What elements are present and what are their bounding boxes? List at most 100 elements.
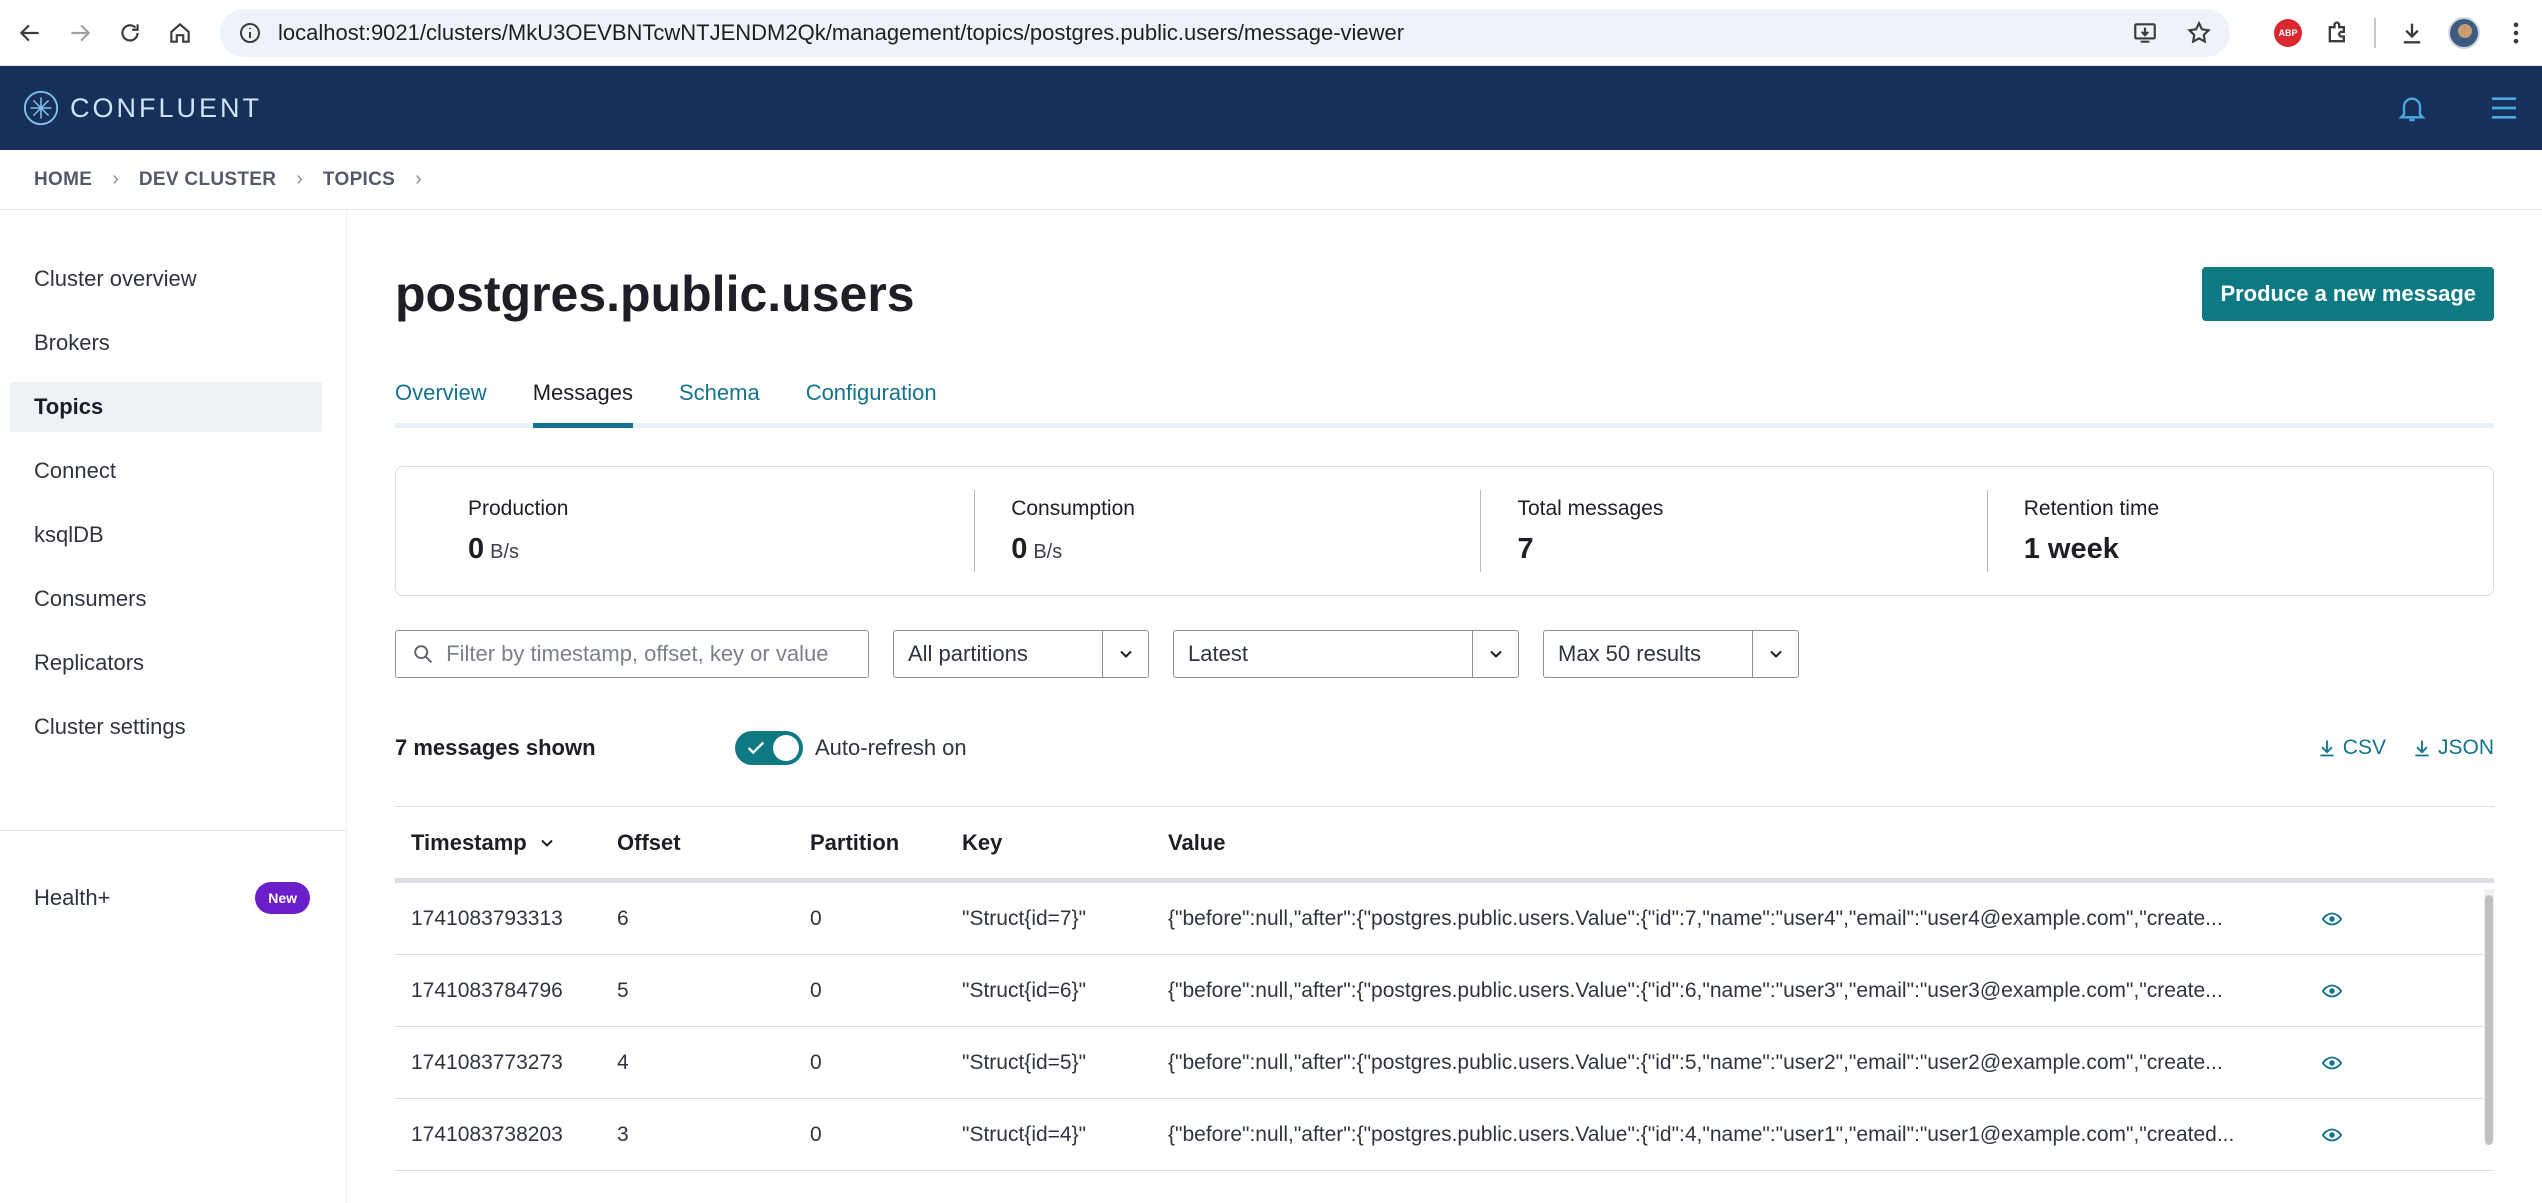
- stat-value: 0: [468, 532, 485, 565]
- cell-partition: 0: [810, 978, 822, 1002]
- column-header-value: Value: [1168, 829, 1226, 855]
- downloads-icon[interactable]: [2398, 19, 2426, 47]
- chevron-down-icon: [1489, 650, 1502, 658]
- partition-dropdown-button[interactable]: [1102, 631, 1148, 677]
- stat-production: Production 0 B/s: [468, 490, 974, 572]
- hamburger-menu-icon[interactable]: [2488, 92, 2520, 124]
- page-title: postgres.public.users: [395, 266, 915, 322]
- download-csv-button[interactable]: CSV: [2317, 736, 2386, 760]
- auto-refresh-label: Auto-refresh on: [815, 735, 967, 760]
- confluent-logo[interactable]: CONFLUENT: [22, 89, 262, 127]
- info-icon[interactable]: [238, 21, 262, 45]
- column-header-offset: Offset: [617, 829, 681, 855]
- message-filters: All partitions Latest Max 50 results: [395, 630, 2494, 678]
- adblock-extension-icon[interactable]: ABP: [2274, 19, 2302, 47]
- reload-button[interactable]: [108, 11, 152, 55]
- bell-icon[interactable]: [2396, 92, 2428, 124]
- sidebar-item-ksqldb[interactable]: ksqlDB: [10, 510, 322, 560]
- cell-key: "Struct{id=4}": [962, 1122, 1087, 1146]
- column-header-timestamp[interactable]: Timestamp: [395, 830, 601, 856]
- new-badge: New: [255, 882, 310, 914]
- auto-refresh-toggle[interactable]: [735, 731, 803, 765]
- sidebar: Cluster overview Brokers Topics Connect …: [0, 210, 346, 1203]
- search-box[interactable]: [395, 630, 869, 678]
- sidebar-item-brokers[interactable]: Brokers: [10, 318, 322, 368]
- home-icon: [170, 22, 190, 43]
- breadcrumb: HOME › DEV CLUSTER › TOPICS ›: [0, 150, 2542, 210]
- stat-label: Production: [468, 496, 569, 520]
- view-message-button[interactable]: [2294, 1052, 2354, 1074]
- stat-label: Consumption: [1011, 496, 1135, 520]
- cell-key: "Struct{id=7}": [962, 906, 1087, 930]
- search-icon: [414, 645, 433, 663]
- app-header: CONFLUENT: [0, 66, 2542, 150]
- scrollbar-thumb[interactable]: [2485, 895, 2493, 1145]
- offset-mode-dropdown-button[interactable]: [1472, 631, 1518, 677]
- address-bar[interactable]: localhost:9021/clusters/MkU3OEVBNTcwNTJE…: [220, 9, 2230, 57]
- breadcrumb-topics[interactable]: TOPICS: [323, 169, 395, 191]
- sidebar-item-replicators[interactable]: Replicators: [10, 638, 322, 688]
- url-text[interactable]: localhost:9021/clusters/MkU3OEVBNTcwNTJE…: [278, 20, 1404, 46]
- extensions-puzzle-icon[interactable]: [2324, 19, 2352, 47]
- partition-select[interactable]: All partitions: [893, 630, 1149, 678]
- download-json-button[interactable]: JSON: [2412, 736, 2494, 760]
- cell-partition: 0: [810, 1122, 822, 1146]
- bookmark-star-icon[interactable]: [2186, 20, 2212, 46]
- produce-message-button[interactable]: Produce a new message: [2202, 267, 2494, 321]
- breadcrumb-home[interactable]: HOME: [34, 169, 92, 191]
- stat-consumption: Consumption 0 B/s: [974, 490, 1480, 572]
- search-input[interactable]: [446, 641, 852, 667]
- view-message-button[interactable]: [2294, 1124, 2354, 1146]
- tab-overview[interactable]: Overview: [395, 368, 487, 423]
- toggle-knob: [773, 735, 799, 761]
- browser-menu-icon[interactable]: [2502, 19, 2530, 47]
- breadcrumb-dev-cluster[interactable]: DEV CLUSTER: [139, 169, 276, 191]
- messages-count: 7 messages shown: [395, 735, 596, 760]
- max-results-select[interactable]: Max 50 results: [1543, 630, 1799, 678]
- browser-toolbar: localhost:9021/clusters/MkU3OEVBNTcwNTJE…: [0, 0, 2542, 66]
- reload-icon: [121, 23, 139, 42]
- column-header-partition: Partition: [810, 829, 900, 855]
- table-row[interactable]: 1741083773273 4 0 "Struct{id=5}" {"befor…: [395, 1027, 2494, 1099]
- offset-mode-value: Latest: [1188, 641, 1248, 666]
- table-row[interactable]: 1741083738203 3 0 "Struct{id=4}" {"befor…: [395, 1099, 2494, 1171]
- cell-value: {"before":null,"after":{"postgres.public…: [1168, 978, 2223, 1002]
- stat-label: Total messages: [1517, 496, 1664, 520]
- column-header-key: Key: [962, 829, 1003, 855]
- table-row[interactable]: 1741083793313 6 0 "Struct{id=7}" {"befor…: [395, 883, 2494, 955]
- arrow-right-icon: [71, 24, 91, 41]
- table-scrollbar[interactable]: [2484, 889, 2494, 1145]
- tab-schema[interactable]: Schema: [679, 368, 760, 423]
- view-message-button[interactable]: [2294, 980, 2354, 1002]
- sidebar-item-cluster-settings[interactable]: Cluster settings: [10, 702, 322, 752]
- sidebar-item-health[interactable]: Health+ New: [34, 882, 310, 914]
- stat-value: 1 week: [2023, 532, 2119, 565]
- sidebar-item-topics[interactable]: Topics: [10, 382, 322, 432]
- sidebar-item-consumers[interactable]: Consumers: [10, 574, 322, 624]
- cell-offset: 3: [617, 1122, 629, 1146]
- eye-icon: [2321, 1128, 2343, 1141]
- confluent-logo-icon: [23, 90, 59, 126]
- install-app-icon[interactable]: [2132, 20, 2158, 46]
- sort-chevron-down-icon[interactable]: [537, 833, 557, 853]
- cell-key: "Struct{id=6}": [962, 978, 1087, 1002]
- sidebar-item-connect[interactable]: Connect: [10, 446, 322, 496]
- forward-button[interactable]: [58, 11, 102, 55]
- view-message-button[interactable]: [2294, 908, 2354, 930]
- back-button[interactable]: [8, 11, 52, 55]
- chevron-down-icon: [1119, 650, 1132, 658]
- check-icon: [747, 741, 765, 755]
- sidebar-item-cluster-overview[interactable]: Cluster overview: [10, 254, 322, 304]
- tab-messages[interactable]: Messages: [532, 368, 634, 428]
- table-header: Timestamp Offset Partition Key Value: [395, 807, 2494, 883]
- tab-configuration[interactable]: Configuration: [806, 368, 937, 423]
- eye-icon: [2321, 984, 2343, 997]
- profile-avatar[interactable]: [2448, 17, 2480, 49]
- health-label: Health+: [34, 885, 111, 910]
- topic-tabs: Overview Messages Schema Configuration: [395, 368, 2494, 428]
- download-json-label: JSON: [2437, 736, 2494, 759]
- offset-mode-select[interactable]: Latest: [1173, 630, 1519, 678]
- home-button[interactable]: [158, 11, 202, 55]
- max-results-dropdown-button[interactable]: [1752, 631, 1798, 677]
- table-row[interactable]: 1741083784796 5 0 "Struct{id=6}" {"befor…: [395, 955, 2494, 1027]
